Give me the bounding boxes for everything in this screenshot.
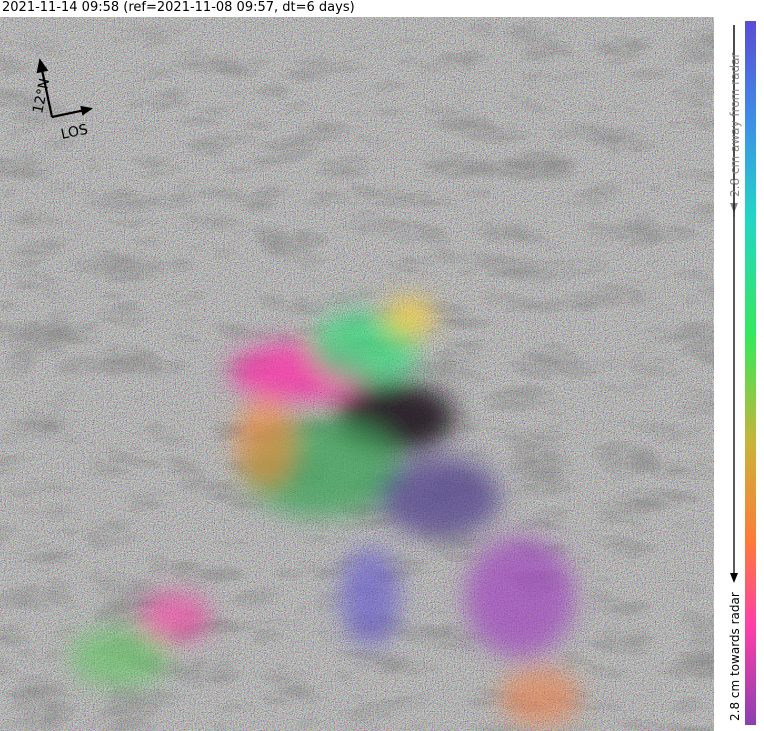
towards-radar-label: 2.8 cm towards radar <box>728 592 742 721</box>
away-from-radar-label: 2.8 cm away from radar <box>728 53 742 197</box>
colorbar-gradient <box>745 21 756 725</box>
colorbar: +π −π 2.8 cm away from radar 2.8 cm towa… <box>728 21 756 725</box>
image-title: 2021-11-14 09:58 (ref=2021-11-08 09:57, … <box>2 0 355 15</box>
interferogram-image: 12°N LOS <box>0 17 714 731</box>
colorbar-top-label: +π <box>732 31 746 51</box>
